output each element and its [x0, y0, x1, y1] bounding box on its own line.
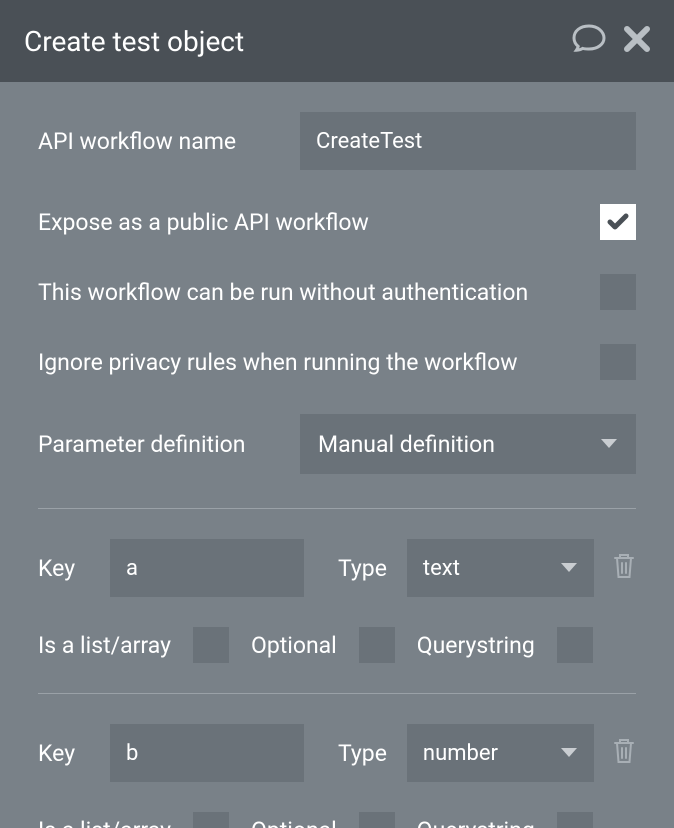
param-type-label: Type: [338, 740, 387, 767]
param-definition-value: Manual definition: [318, 431, 495, 458]
divider: [38, 508, 636, 509]
querystring-label: Querystring: [417, 632, 535, 659]
row-param-definition: Parameter definition Manual definition: [38, 414, 636, 474]
param-type-value: number: [423, 741, 498, 766]
chevron-down-icon: [600, 435, 618, 454]
querystring-label: Querystring: [417, 817, 535, 828]
ignore-privacy-label: Ignore privacy rules when running the wo…: [38, 349, 517, 376]
param-type-value: text: [423, 556, 460, 581]
param-key-label: Key: [38, 555, 94, 582]
param-row-key-type: Key Type text: [38, 539, 636, 597]
expose-public-checkbox[interactable]: [600, 204, 636, 240]
trash-icon: [612, 552, 636, 580]
row-expose-public: Expose as a public API workflow: [38, 204, 636, 240]
optional-label: Optional: [251, 632, 337, 659]
optional-label: Optional: [251, 817, 337, 828]
param-key-label: Key: [38, 740, 94, 767]
param-definition-label: Parameter definition: [38, 431, 300, 458]
is-list-checkbox[interactable]: [193, 627, 229, 663]
param-row-flags: Is a list/array Optional Querystring: [38, 812, 636, 828]
delete-param-button[interactable]: [612, 552, 636, 584]
chevron-down-icon: [560, 744, 578, 763]
no-auth-checkbox[interactable]: [600, 274, 636, 310]
divider: [38, 693, 636, 694]
close-icon[interactable]: [624, 26, 650, 56]
titlebar: Create test object: [0, 0, 674, 82]
param-key-input[interactable]: [110, 724, 304, 782]
no-auth-label: This workflow can be run without authent…: [38, 279, 528, 306]
param-row-flags: Is a list/array Optional Querystring: [38, 627, 636, 663]
row-ignore-privacy: Ignore privacy rules when running the wo…: [38, 344, 636, 380]
param-key-input[interactable]: [110, 539, 304, 597]
optional-checkbox[interactable]: [359, 627, 395, 663]
param-type-select[interactable]: text: [407, 539, 594, 597]
expose-public-label: Expose as a public API workflow: [38, 209, 369, 236]
is-list-label: Is a list/array: [38, 817, 171, 828]
param-type-select[interactable]: number: [407, 724, 594, 782]
dialog-body: API workflow name Expose as a public API…: [0, 82, 674, 828]
ignore-privacy-checkbox[interactable]: [600, 344, 636, 380]
optional-checkbox[interactable]: [359, 812, 395, 828]
row-api-workflow-name: API workflow name: [38, 112, 636, 170]
querystring-checkbox[interactable]: [557, 627, 593, 663]
dialog-title: Create test object: [24, 25, 244, 58]
param-type-label: Type: [338, 555, 387, 582]
querystring-checkbox[interactable]: [557, 812, 593, 828]
param-definition-select[interactable]: Manual definition: [300, 414, 636, 474]
comment-icon[interactable]: [572, 24, 606, 58]
row-no-auth: This workflow can be run without authent…: [38, 274, 636, 310]
is-list-label: Is a list/array: [38, 632, 171, 659]
chevron-down-icon: [560, 559, 578, 578]
is-list-checkbox[interactable]: [193, 812, 229, 828]
delete-param-button[interactable]: [612, 737, 636, 769]
titlebar-actions: [572, 24, 650, 58]
trash-icon: [612, 737, 636, 765]
api-workflow-name-input[interactable]: [300, 112, 636, 170]
api-workflow-name-label: API workflow name: [38, 128, 300, 155]
param-row-key-type: Key Type number: [38, 724, 636, 782]
